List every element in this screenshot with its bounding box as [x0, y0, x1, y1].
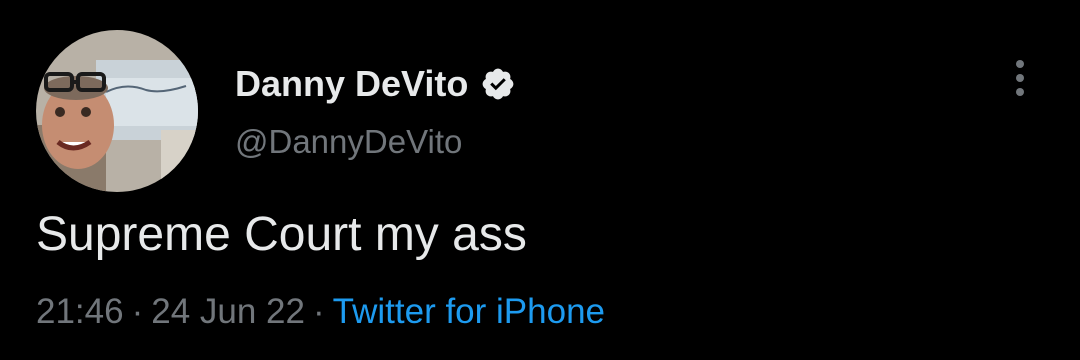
avatar[interactable]: [36, 30, 198, 192]
tweet-text: Supreme Court my ass: [36, 208, 527, 261]
author-name-text: Danny DeVito: [235, 63, 469, 104]
tweet-source-link[interactable]: Twitter for iPhone: [333, 292, 605, 331]
tweet-date[interactable]: 24 Jun 22: [151, 292, 305, 331]
tweet-time[interactable]: 21:46: [36, 292, 124, 331]
tweet-meta: 21:46 · 24 Jun 22 · Twitter for iPhone: [36, 290, 605, 334]
verified-badge-icon: [480, 66, 516, 102]
author-handle[interactable]: @DannyDeVito: [235, 120, 462, 164]
meta-separator: ·: [313, 292, 325, 331]
more-vertical-icon[interactable]: [1002, 56, 1038, 100]
author-display-name[interactable]: Danny DeVito: [235, 62, 516, 106]
meta-separator: ·: [131, 292, 144, 331]
avatar-photo: [36, 30, 198, 192]
tweet-card: Danny DeVito @DannyDeVito Supreme Court …: [0, 0, 1080, 360]
